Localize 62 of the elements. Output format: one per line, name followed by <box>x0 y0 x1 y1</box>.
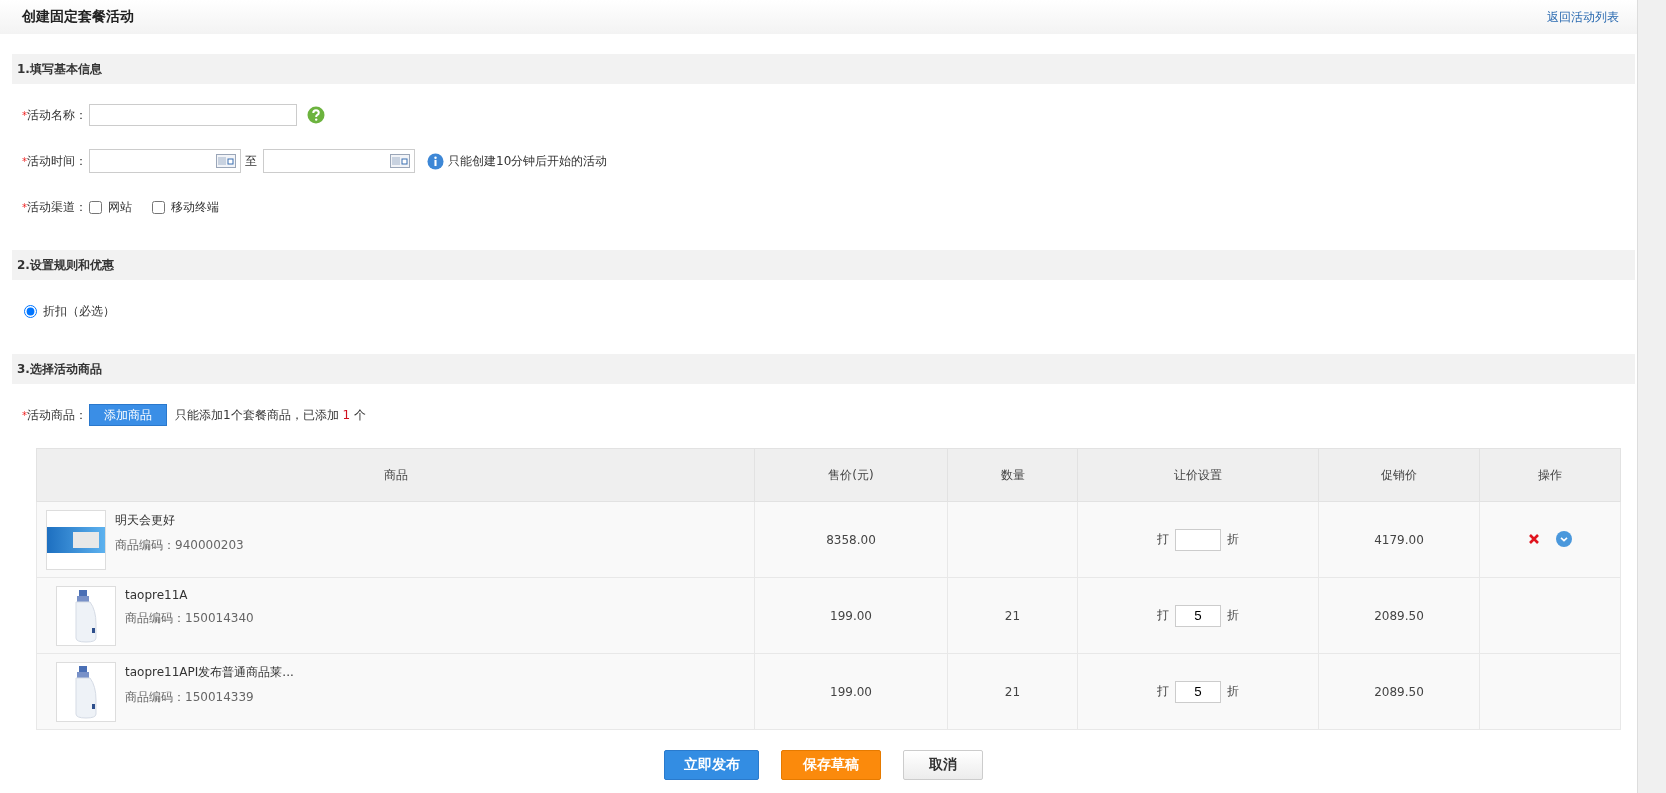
info-note: 只能创建10分钟后开始的活动 <box>448 152 608 170</box>
radio-label: 折扣（必选） <box>43 302 115 320</box>
discount-prefix: 打 <box>1157 531 1169 548</box>
price-cell: 8358.00 <box>754 501 948 578</box>
channel-checkbox[interactable] <box>89 200 102 214</box>
calendar-icon[interactable] <box>216 154 236 168</box>
cancel-button[interactable]: 取消 <box>903 750 983 780</box>
promo-price-cell: 4179.00 <box>1318 501 1480 578</box>
quantity-cell: 21 <box>947 653 1078 730</box>
page-title: 创建固定套餐活动 <box>22 8 134 26</box>
discount-input[interactable]: 5 <box>1175 680 1221 703</box>
product-name: taopre11A <box>125 587 189 602</box>
back-link[interactable]: 返回活动列表 <box>1547 8 1619 26</box>
discount-suffix: 折 <box>1227 683 1239 700</box>
discount-radio[interactable] <box>24 304 37 318</box>
date-field[interactable] <box>263 149 415 173</box>
channel-checkbox[interactable] <box>152 200 165 214</box>
date-field[interactable] <box>89 149 241 173</box>
checkbox-label: 网站 <box>108 198 132 216</box>
name-input[interactable] <box>89 104 297 126</box>
discount-input[interactable] <box>1175 528 1221 551</box>
bottle-thumbnail <box>56 585 116 646</box>
discount-prefix: 打 <box>1157 607 1169 624</box>
column-header: 促销价 <box>1318 448 1480 502</box>
price-cell: 199.00 <box>754 653 948 730</box>
add-product-button[interactable]: 添加商品 <box>89 404 167 426</box>
section-heading: 1.填写基本信息 <box>12 54 1635 84</box>
publish-button[interactable]: 立即发布 <box>664 750 759 780</box>
delete-icon[interactable] <box>1528 533 1540 545</box>
checkbox-label: 移动终端 <box>171 198 219 216</box>
product-code: 商品编码：150014339 <box>125 688 255 706</box>
product-name: 明天会更好 <box>115 511 176 529</box>
calendar-icon[interactable] <box>390 154 410 168</box>
help-icon[interactable] <box>307 106 325 124</box>
product-code: 商品编码：940000203 <box>115 536 244 554</box>
discount-suffix: 折 <box>1227 607 1239 624</box>
info-icon <box>427 152 444 170</box>
column-header: 让价设置 <box>1077 448 1319 502</box>
range-separator: 至 <box>245 152 257 170</box>
bottle-thumbnail <box>56 661 116 722</box>
discount-input[interactable]: 5 <box>1175 604 1221 627</box>
section-heading: 2.设置规则和优惠 <box>12 250 1635 280</box>
field-label: *活动名称： <box>22 106 87 124</box>
field-label: *活动商品： <box>22 406 87 424</box>
promo-price-cell: 2089.50 <box>1318 577 1480 654</box>
discount-prefix: 打 <box>1157 683 1169 700</box>
expand-icon[interactable] <box>1556 531 1572 547</box>
product-name: taopre11API发布普通商品莱... <box>125 663 294 681</box>
field-label: *活动时间： <box>22 152 87 170</box>
screenshot-thumbnail <box>46 509 106 570</box>
column-header: 商品 <box>36 448 755 502</box>
column-header: 数量 <box>947 448 1078 502</box>
promo-price-cell: 2089.50 <box>1318 653 1480 730</box>
discount-suffix: 折 <box>1227 531 1239 548</box>
column-header: 售价(元) <box>754 448 948 502</box>
price-cell: 199.00 <box>754 577 948 654</box>
field-label: *活动渠道： <box>22 198 87 216</box>
quantity-cell: 21 <box>947 577 1078 654</box>
column-header: 操作 <box>1479 448 1621 502</box>
product-count-note: 只能添加1个套餐商品，已添加 1 个 <box>175 406 366 424</box>
product-code: 商品编码：150014340 <box>125 609 254 627</box>
section-heading: 3.选择活动商品 <box>12 354 1635 384</box>
